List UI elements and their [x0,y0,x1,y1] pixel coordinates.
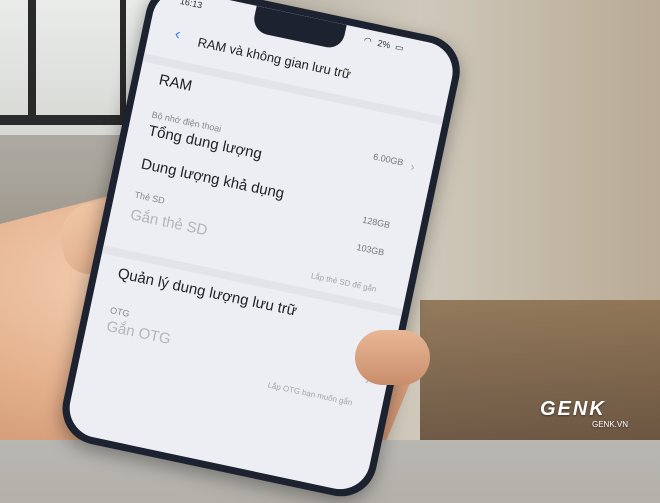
sd-section-label: Thẻ SD [133,189,166,206]
status-battery: 2% [376,37,392,51]
ram-value: 6.00GB [372,151,405,168]
mount-otg-hint: Lắp OTG bạn muốn gắn [266,380,354,408]
back-arrow-icon[interactable]: ‹ [173,26,182,45]
finger [355,330,430,385]
window-frame-left [28,0,36,120]
status-time: 16:13 [179,0,204,11]
wifi-icon: ◠ [362,34,373,47]
genk-site-label: GENK.VN [592,420,629,429]
window-frame-mid [120,0,126,120]
battery-icon: ▭ [394,41,405,54]
genk-logo: GENK [540,398,606,420]
otg-section-label: OTG [109,305,131,319]
ram-label: RAM [157,71,194,95]
total-capacity-value: 128GB [361,214,392,231]
chevron-right-icon: › [409,159,417,175]
